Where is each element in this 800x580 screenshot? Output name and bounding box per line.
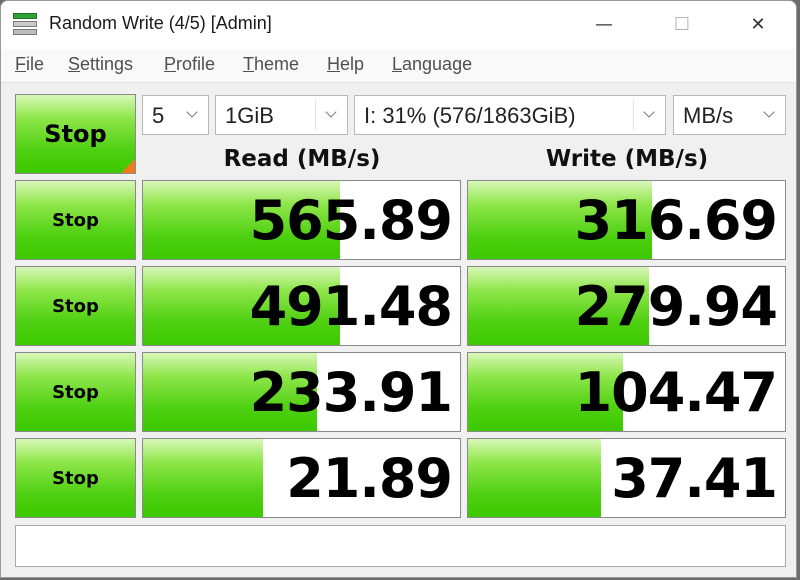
read-value: 233.91: [249, 361, 453, 424]
row-stop-button[interactable]: Stop: [15, 180, 136, 260]
read-result-cell: 21.89: [142, 438, 461, 518]
read-level-bar: [143, 439, 264, 517]
stop-all-button[interactable]: Stop: [15, 94, 136, 174]
write-value: 104.47: [574, 361, 778, 424]
stop-all-label: Stop: [44, 120, 107, 148]
read-value: 565.89: [249, 189, 453, 252]
title-bar: Random Write (4/5) [Admin] — ☐ ✕: [1, 1, 796, 49]
chevron-down-icon: [325, 106, 339, 120]
chevron-down-icon: [643, 106, 657, 120]
app-disk-icon: [13, 13, 39, 39]
menu-settings[interactable]: Settings: [68, 54, 133, 75]
read-result-cell: 233.91: [142, 352, 461, 432]
row-stop-button[interactable]: Stop: [15, 266, 136, 346]
drive-select[interactable]: I: 31% (576/1863GiB): [354, 95, 666, 135]
write-value: 316.69: [574, 189, 778, 252]
corner-indicator-icon: [121, 159, 135, 173]
write-value: 37.41: [611, 447, 778, 510]
read-result-cell: 491.48: [142, 266, 461, 346]
write-result-cell: 279.94: [467, 266, 786, 346]
row-stop-button[interactable]: Stop: [15, 352, 136, 432]
menu-file[interactable]: File: [15, 54, 44, 75]
test-count-value: 5: [152, 103, 165, 128]
write-level-bar: [468, 439, 602, 517]
combo-separator: [315, 100, 316, 130]
write-result-cell: 37.41: [467, 438, 786, 518]
write-result-cell: 316.69: [467, 180, 786, 260]
window-title: Random Write (4/5) [Admin]: [49, 13, 272, 33]
maximize-button[interactable]: ☐: [659, 9, 705, 41]
combo-separator: [633, 100, 634, 130]
read-value: 21.89: [286, 447, 453, 510]
menu-language[interactable]: Language: [392, 54, 472, 75]
write-result-cell: 104.47: [467, 352, 786, 432]
menu-theme[interactable]: Theme: [243, 54, 299, 75]
test-size-select[interactable]: 1GiB: [215, 95, 348, 135]
unit-select[interactable]: MB/s: [673, 95, 786, 135]
write-column-header: Write (MB/s): [545, 146, 709, 172]
test-size-value: 1GiB: [225, 103, 274, 128]
close-button[interactable]: ✕: [735, 9, 781, 41]
app-window: Random Write (4/5) [Admin] — ☐ ✕ File Se…: [0, 0, 797, 578]
drive-value: I: 31% (576/1863GiB): [364, 103, 576, 128]
test-count-select[interactable]: 5: [142, 95, 209, 135]
read-column-header: Read (MB/s): [223, 146, 381, 172]
menu-profile[interactable]: Profile: [164, 54, 215, 75]
read-result-cell: 565.89: [142, 180, 461, 260]
chevron-down-icon: [186, 106, 200, 120]
menu-help[interactable]: Help: [327, 54, 364, 75]
write-value: 279.94: [574, 275, 778, 338]
read-value: 491.48: [249, 275, 453, 338]
minimize-button[interactable]: —: [581, 9, 627, 41]
unit-value: MB/s: [683, 103, 734, 128]
comment-input[interactable]: [15, 525, 786, 567]
chevron-down-icon: [763, 106, 777, 120]
menu-bar: File Settings Profile Theme Help Languag…: [1, 49, 796, 83]
row-stop-button[interactable]: Stop: [15, 438, 136, 518]
